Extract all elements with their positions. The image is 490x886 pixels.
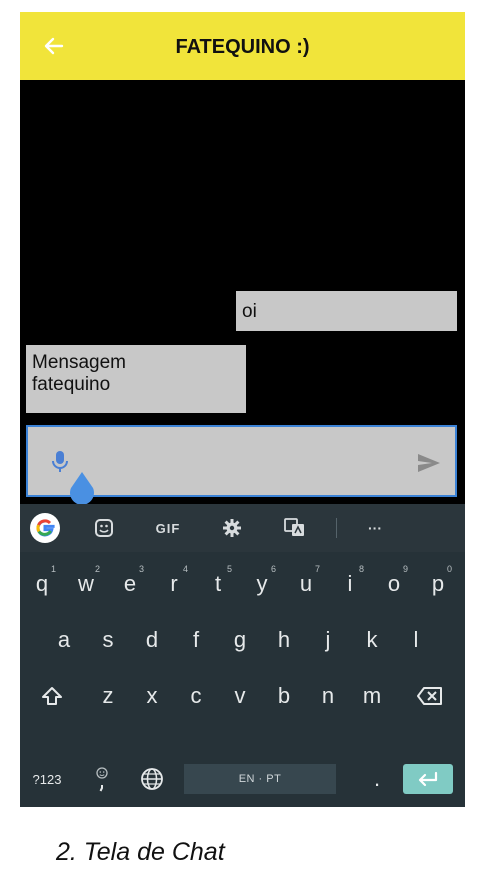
key-d[interactable]: d — [130, 612, 174, 668]
text-cursor-handle[interactable] — [68, 470, 96, 505]
key-a[interactable]: a — [42, 612, 86, 668]
gear-icon[interactable] — [220, 516, 244, 540]
key-x[interactable]: x — [130, 668, 174, 724]
key-f[interactable]: f — [174, 612, 218, 668]
key-w[interactable]: w2 — [64, 556, 108, 612]
key-t[interactable]: t5 — [196, 556, 240, 612]
key-r[interactable]: r4 — [152, 556, 196, 612]
key-l[interactable]: l — [394, 612, 438, 668]
app-bar: FATEQUINO :) — [20, 12, 465, 80]
google-icon[interactable] — [30, 513, 60, 543]
key-g[interactable]: g — [218, 612, 262, 668]
backspace-icon[interactable] — [406, 668, 454, 724]
key-y[interactable]: y6 — [240, 556, 284, 612]
message-sent: oi — [236, 291, 457, 331]
key-u[interactable]: u7 — [284, 556, 328, 612]
enter-key[interactable] — [403, 764, 453, 794]
key-o[interactable]: o9 — [372, 556, 416, 612]
key-p[interactable]: p0 — [416, 556, 460, 612]
key-j[interactable]: j — [306, 612, 350, 668]
key-e[interactable]: e3 — [108, 556, 152, 612]
globe-icon[interactable] — [130, 754, 174, 804]
keyboard: GIF ··· q1 w2 e3 r4 t5 y6 u7 i8 o9 p0 a … — [20, 504, 465, 807]
phone-screen: FATEQUINO :) oi Mensagem fatequino GIF ·… — [20, 12, 465, 807]
shift-icon[interactable] — [28, 668, 76, 724]
key-v[interactable]: v — [218, 668, 262, 724]
translate-icon[interactable] — [282, 516, 308, 540]
period-key[interactable]: . — [362, 754, 392, 804]
send-icon[interactable] — [416, 451, 442, 475]
keyboard-row-3: z x c v b n m — [20, 668, 465, 724]
mic-icon[interactable] — [50, 449, 70, 475]
key-q[interactable]: q1 — [20, 556, 64, 612]
page-title: FATEQUINO :) — [175, 36, 310, 58]
message-received: Mensagem fatequino — [26, 345, 246, 413]
key-n[interactable]: n — [306, 668, 350, 724]
key-m[interactable]: m — [350, 668, 394, 724]
key-c[interactable]: c — [174, 668, 218, 724]
keyboard-row-2: a s d f g h j k l — [20, 612, 465, 668]
key-h[interactable]: h — [262, 612, 306, 668]
key-k[interactable]: k — [350, 612, 394, 668]
keyboard-toolbar: GIF ··· — [20, 504, 465, 552]
key-s[interactable]: s — [86, 612, 130, 668]
emoji-comma-key[interactable] — [82, 754, 122, 804]
symbols-key[interactable]: ?123 — [22, 754, 72, 804]
space-key[interactable]: EN · PT — [184, 764, 336, 794]
key-z[interactable]: z — [86, 668, 130, 724]
more-icon[interactable]: ··· — [360, 516, 390, 540]
keyboard-row-1: q1 w2 e3 r4 t5 y6 u7 i8 o9 p0 — [20, 556, 465, 612]
toolbar-divider — [336, 518, 337, 538]
key-i[interactable]: i8 — [328, 556, 372, 612]
gif-button[interactable]: GIF — [148, 516, 188, 540]
key-b[interactable]: b — [262, 668, 306, 724]
sticker-icon[interactable] — [92, 516, 116, 540]
figure-caption: 2. Tela de Chat — [56, 838, 225, 866]
